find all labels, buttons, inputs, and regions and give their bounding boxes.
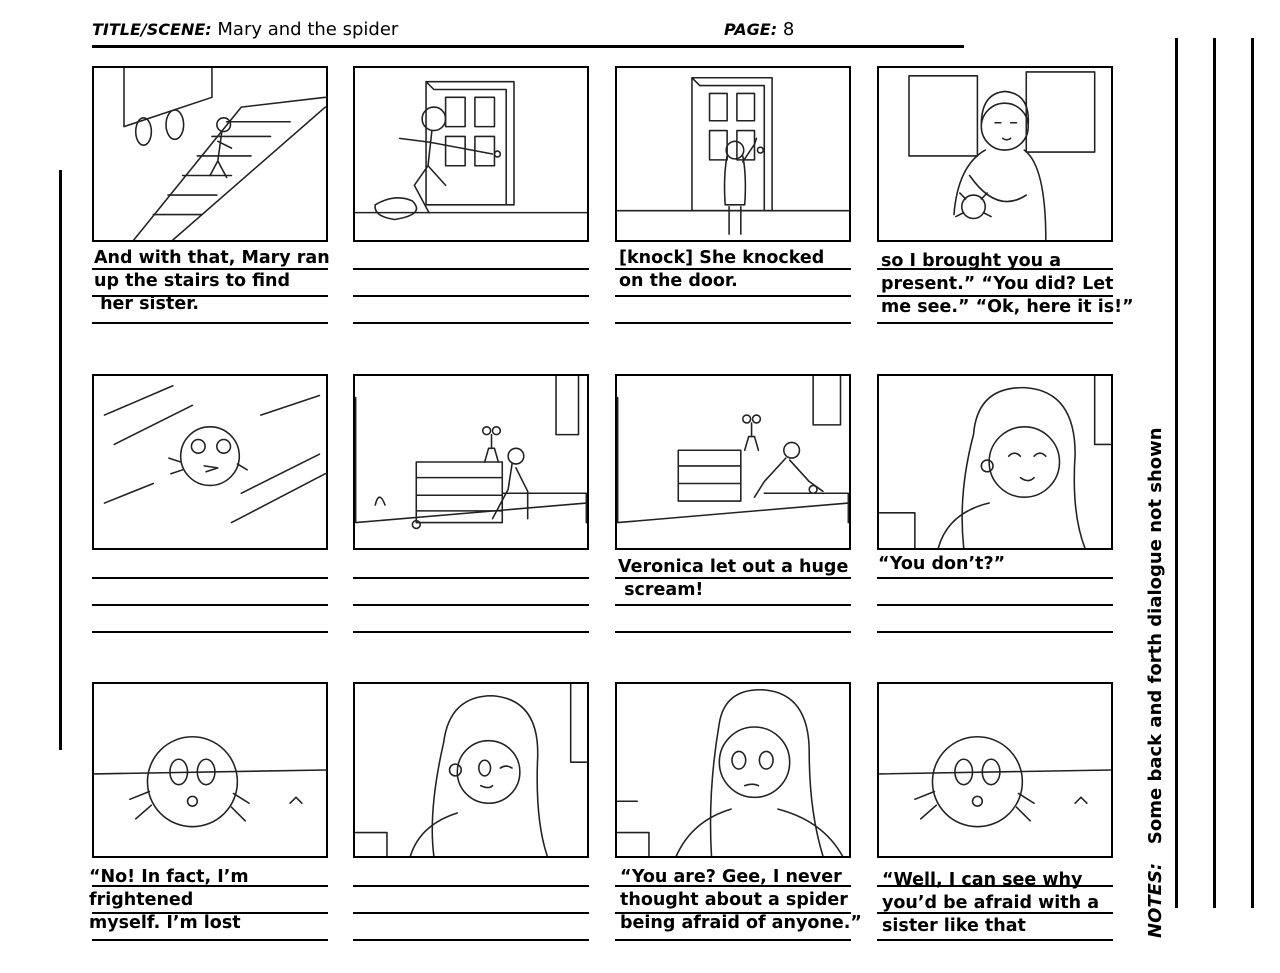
storyboard-panel-6 (353, 374, 589, 550)
sketch-spider-ground-2 (879, 735, 1111, 828)
caption-rule (615, 631, 851, 633)
caption-rule (353, 295, 589, 297)
left-margin-line (59, 170, 62, 750)
caption-rule (353, 268, 589, 270)
storyboard-panel-8 (877, 374, 1113, 550)
panel-caption-8: “You don’t?” (878, 554, 1006, 574)
panel-caption-12: “Well, I can see why you’d be afraid wit… (882, 870, 1100, 936)
title-value: Mary and the spider (217, 19, 399, 40)
sketch-veronica-closeup (879, 376, 1111, 548)
caption-rule (877, 322, 1113, 324)
storyboard-panel-2 (353, 66, 589, 242)
sketch-present (908, 71, 1096, 240)
caption-rule (92, 631, 328, 633)
sketch-falling-spider (103, 384, 326, 524)
caption-rule (877, 939, 1113, 941)
caption-rule (92, 322, 328, 324)
caption-rule (353, 322, 589, 324)
sketch-running-to-door (355, 80, 587, 221)
notes-label: NOTES: (1145, 862, 1166, 938)
sketch-veronica-wink (355, 684, 587, 856)
header-rule (92, 45, 964, 48)
sketch-bedroom (355, 376, 587, 530)
caption-rule (92, 577, 328, 579)
notes-line-2 (1213, 38, 1216, 908)
title-label: TITLE/SCENE: (92, 20, 212, 39)
caption-rule (877, 577, 1113, 579)
caption-rule (353, 939, 589, 941)
caption-rule (615, 295, 851, 297)
title-scene: TITLE/SCENE: Mary and the spider (92, 19, 398, 40)
caption-rule (353, 912, 589, 914)
caption-rule (615, 939, 851, 941)
page-number: PAGE: 8 (724, 19, 794, 40)
storyboard-panel-5 (92, 374, 328, 550)
caption-rule (615, 322, 851, 324)
caption-rule (353, 604, 589, 606)
sketch-spider-ground (94, 735, 326, 828)
storyboard-panel-11 (615, 682, 851, 858)
sketch-mary-closeup (617, 689, 844, 856)
storyboard-panel-12 (877, 682, 1113, 858)
page-label: PAGE: (724, 20, 778, 39)
panel-caption-3: [knock] She knocked on the door. (619, 248, 825, 291)
caption-rule (877, 631, 1113, 633)
caption-rule (92, 939, 328, 941)
caption-rule (877, 604, 1113, 606)
notes-text: Some back and forth dialogue not shown (1145, 427, 1166, 845)
caption-rule (353, 885, 589, 887)
notes: NOTES: Some back and forth dialogue not … (1145, 427, 1166, 938)
panel-caption-7: Veronica let out a huge scream! (618, 557, 849, 600)
panel-caption-4: so I brought you a present.” “You did? L… (881, 251, 1134, 317)
panel-caption-11: “You are? Gee, I never thought about a s… (620, 867, 862, 933)
storyboard-panel-3 (615, 66, 851, 242)
storyboard-panel-7 (615, 374, 851, 550)
caption-rule (615, 604, 851, 606)
storyboard-panel-10 (353, 682, 589, 858)
caption-rule (353, 577, 589, 579)
sketch-knocking (617, 76, 849, 235)
storyboard-panel-1 (92, 66, 328, 242)
storyboard-panel-4 (877, 66, 1113, 242)
storyboard-panel-9 (92, 682, 328, 858)
caption-rule (353, 631, 589, 633)
notes-line-3 (1251, 38, 1254, 908)
panel-caption-9: “No! In fact, I’m frightened myself. I’m… (89, 867, 249, 933)
sketch-stairs (123, 68, 326, 240)
caption-rule (92, 604, 328, 606)
panel-caption-1: And with that, Mary ran up the stairs to… (94, 248, 330, 314)
page-value: 8 (782, 19, 795, 40)
sketch-scream (617, 376, 849, 524)
notes-line-1 (1175, 38, 1178, 908)
